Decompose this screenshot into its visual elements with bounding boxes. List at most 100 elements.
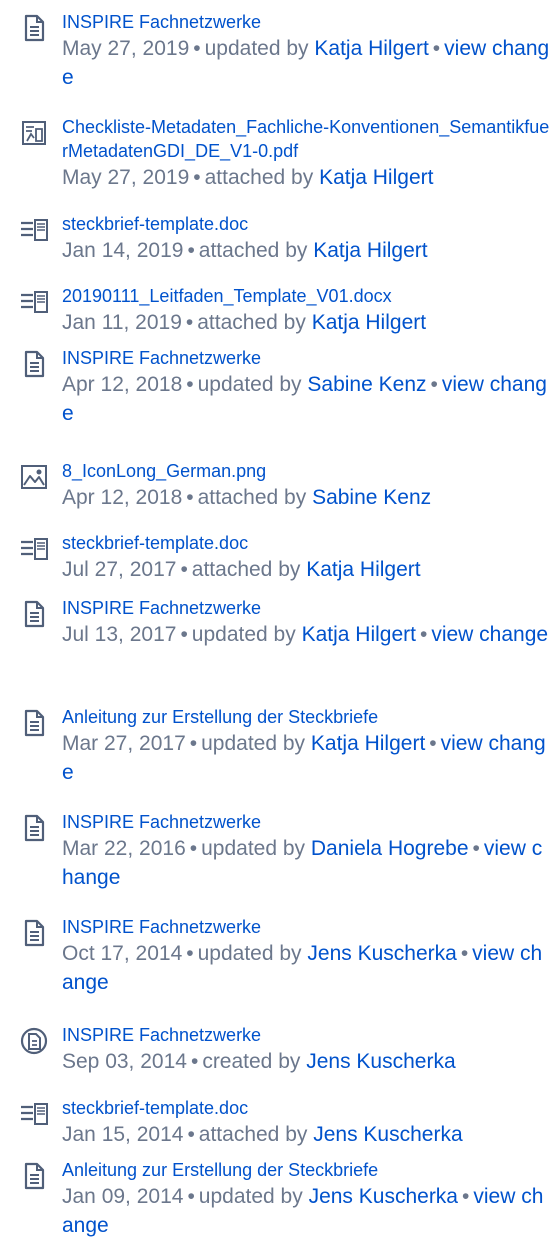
user-link[interactable]: Jens Kuscherka xyxy=(313,1123,462,1146)
item-date: Jan 15, 2014 xyxy=(62,1123,184,1146)
item-content: INSPIRE Fachnetzwerke Jul 13, 2017 • update… xyxy=(62,596,550,649)
item-action: attached by xyxy=(197,486,307,509)
user-link[interactable]: Katja Hilgert xyxy=(319,166,433,189)
page-icon xyxy=(18,348,50,380)
user-link[interactable]: Katja Hilgert xyxy=(314,37,428,60)
item-action: updated by xyxy=(191,623,296,646)
item-date: Mar 22, 2016 xyxy=(62,837,186,860)
item-date: Jul 27, 2017 xyxy=(62,558,177,581)
item-content: INSPIRE Fachnetzwerke May 27, 2019 • update… xyxy=(62,10,550,92)
bullet-separator: • xyxy=(187,1185,195,1208)
item-date: Apr 12, 2018 xyxy=(62,486,183,509)
item-title-link[interactable]: steckbrief-template.doc xyxy=(62,212,550,236)
item-meta: Jan 09, 2014 • updated by Jens Kuscherka • v… xyxy=(62,1182,550,1240)
item-title-link[interactable]: Anleitung zur Erstellung der Steckbriefe xyxy=(62,705,550,729)
item-content: steckbrief-template.doc Jan 15, 2014 • atta… xyxy=(62,1096,550,1149)
page-icon xyxy=(18,917,50,949)
item-meta: Jul 13, 2017 • updated by Katja Hilgert • vi… xyxy=(62,620,550,649)
item-meta: Jan 11, 2019 • attached by Katja Hilgert xyxy=(62,308,550,337)
item-meta: May 27, 2019 • updated by Katja Hilgert • vi… xyxy=(62,34,550,92)
bullet-separator: • xyxy=(472,837,480,860)
view-change-link[interactable]: view change xyxy=(431,623,548,646)
item-title-link[interactable]: INSPIRE Fachnetzwerke xyxy=(62,915,550,939)
item-content: INSPIRE Fachnetzwerke Oct 17, 2014 • update… xyxy=(62,915,550,997)
item-meta: Jul 27, 2017 • attached by Katja Hilgert xyxy=(62,555,550,584)
image-icon xyxy=(18,461,50,493)
item-action: attached by xyxy=(204,166,314,189)
bullet-separator: • xyxy=(189,837,198,860)
item-date: Sep 03, 2014 xyxy=(62,1050,187,1073)
recently-updated-feed: INSPIRE Fachnetzwerke May 27, 2019 • update… xyxy=(0,0,558,1244)
user-link[interactable]: Katja Hilgert xyxy=(302,623,416,646)
user-link[interactable]: Jens Kuscherka xyxy=(306,1050,455,1073)
item-title-link[interactable]: Checkliste-Metadaten_Fachliche-Konventio… xyxy=(62,115,550,163)
item-action: updated by xyxy=(198,1185,303,1208)
item-action: updated by xyxy=(201,732,306,755)
item-title-link[interactable]: INSPIRE Fachnetzwerke xyxy=(62,1023,550,1047)
item-title-link[interactable]: steckbrief-template.doc xyxy=(62,531,550,555)
document-icon xyxy=(18,286,50,318)
page-icon xyxy=(18,812,50,844)
item-title-link[interactable]: steckbrief-template.doc xyxy=(62,1096,550,1120)
page-icon xyxy=(18,1160,50,1192)
item-title-link[interactable]: INSPIRE Fachnetzwerke xyxy=(62,346,550,370)
item-content: INSPIRE Fachnetzwerke Sep 03, 2014 • create… xyxy=(62,1023,550,1076)
item-content: INSPIRE Fachnetzwerke Mar 22, 2016 • update… xyxy=(62,810,550,892)
item-action: attached by xyxy=(191,558,301,581)
user-link[interactable]: Katja Hilgert xyxy=(313,239,427,262)
bullet-separator: • xyxy=(186,373,194,396)
item-content: INSPIRE Fachnetzwerke Apr 12, 2018 • update… xyxy=(62,346,550,428)
user-link[interactable]: Sabine Kenz xyxy=(312,486,431,509)
user-link[interactable]: Sabine Kenz xyxy=(307,373,426,396)
user-link[interactable]: Katja Hilgert xyxy=(312,311,426,334)
document-icon xyxy=(18,533,50,565)
bullet-separator: • xyxy=(180,558,188,581)
item-meta: Apr 12, 2018 • attached by Sabine Kenz xyxy=(62,483,550,512)
item-date: May 27, 2019 xyxy=(62,166,190,189)
item-action: updated by xyxy=(197,373,302,396)
user-link[interactable]: Katja Hilgert xyxy=(311,732,425,755)
item-meta: Apr 12, 2018 • updated by Sabine Kenz • view… xyxy=(62,370,550,428)
item-action: updated by xyxy=(204,37,309,60)
item-meta: Mar 27, 2017 • updated by Katja Hilgert • vi… xyxy=(62,729,550,787)
bullet-separator: • xyxy=(460,942,469,965)
item-title-link[interactable]: INSPIRE Fachnetzwerke xyxy=(62,10,550,34)
user-link[interactable]: Jens Kuscherka xyxy=(309,1185,458,1208)
item-title-link[interactable]: 8_IconLong_German.png xyxy=(62,459,550,483)
item-action: created by xyxy=(202,1050,301,1073)
item-date: Jan 09, 2014 xyxy=(62,1185,184,1208)
item-meta: Sep 03, 2014 • created by Jens Kuscherka xyxy=(62,1047,550,1076)
item-date: Apr 12, 2018 xyxy=(62,373,183,396)
page-created-icon xyxy=(18,1025,50,1057)
item-meta: Jan 14, 2019 • attached by Katja Hilgert xyxy=(62,236,550,265)
bullet-separator: • xyxy=(189,732,198,755)
item-meta: Mar 22, 2016 • updated by Daniela Hogrebe •… xyxy=(62,834,550,892)
document-icon xyxy=(18,214,50,246)
item-content: 20190111_Leitfaden_Template_V01.docx Jan … xyxy=(62,284,550,337)
bullet-separator: • xyxy=(180,623,188,646)
bullet-separator: • xyxy=(187,239,195,262)
page-icon xyxy=(18,707,50,739)
user-link[interactable]: Katja Hilgert xyxy=(306,558,420,581)
user-link[interactable]: Daniela Hogrebe xyxy=(311,837,469,860)
bullet-separator: • xyxy=(432,37,441,60)
item-action: attached by xyxy=(197,311,306,334)
item-date: Mar 27, 2017 xyxy=(62,732,186,755)
item-meta: Jan 15, 2014 • attached by Jens Kuscherka xyxy=(62,1120,550,1149)
item-action: updated by xyxy=(201,837,306,860)
bullet-separator: • xyxy=(193,37,201,60)
item-title-link[interactable]: 20190111_Leitfaden_Template_V01.docx xyxy=(62,284,550,308)
item-title-link[interactable]: INSPIRE Fachnetzwerke xyxy=(62,810,550,834)
bullet-separator: • xyxy=(193,166,201,189)
bullet-separator: • xyxy=(462,1185,470,1208)
bullet-separator: • xyxy=(419,623,428,646)
item-title-link[interactable]: Anleitung zur Erstellung der Steckbriefe xyxy=(62,1158,550,1182)
item-content: Anleitung zur Erstellung der Steckbriefe… xyxy=(62,1158,550,1240)
item-title-link[interactable]: INSPIRE Fachnetzwerke xyxy=(62,596,550,620)
bullet-separator: • xyxy=(187,1123,195,1146)
item-content: Anleitung zur Erstellung der Steckbriefe… xyxy=(62,705,550,787)
page-icon xyxy=(18,12,50,44)
document-icon xyxy=(18,1098,50,1130)
bullet-separator: • xyxy=(190,1050,199,1073)
user-link[interactable]: Jens Kuscherka xyxy=(307,942,456,965)
